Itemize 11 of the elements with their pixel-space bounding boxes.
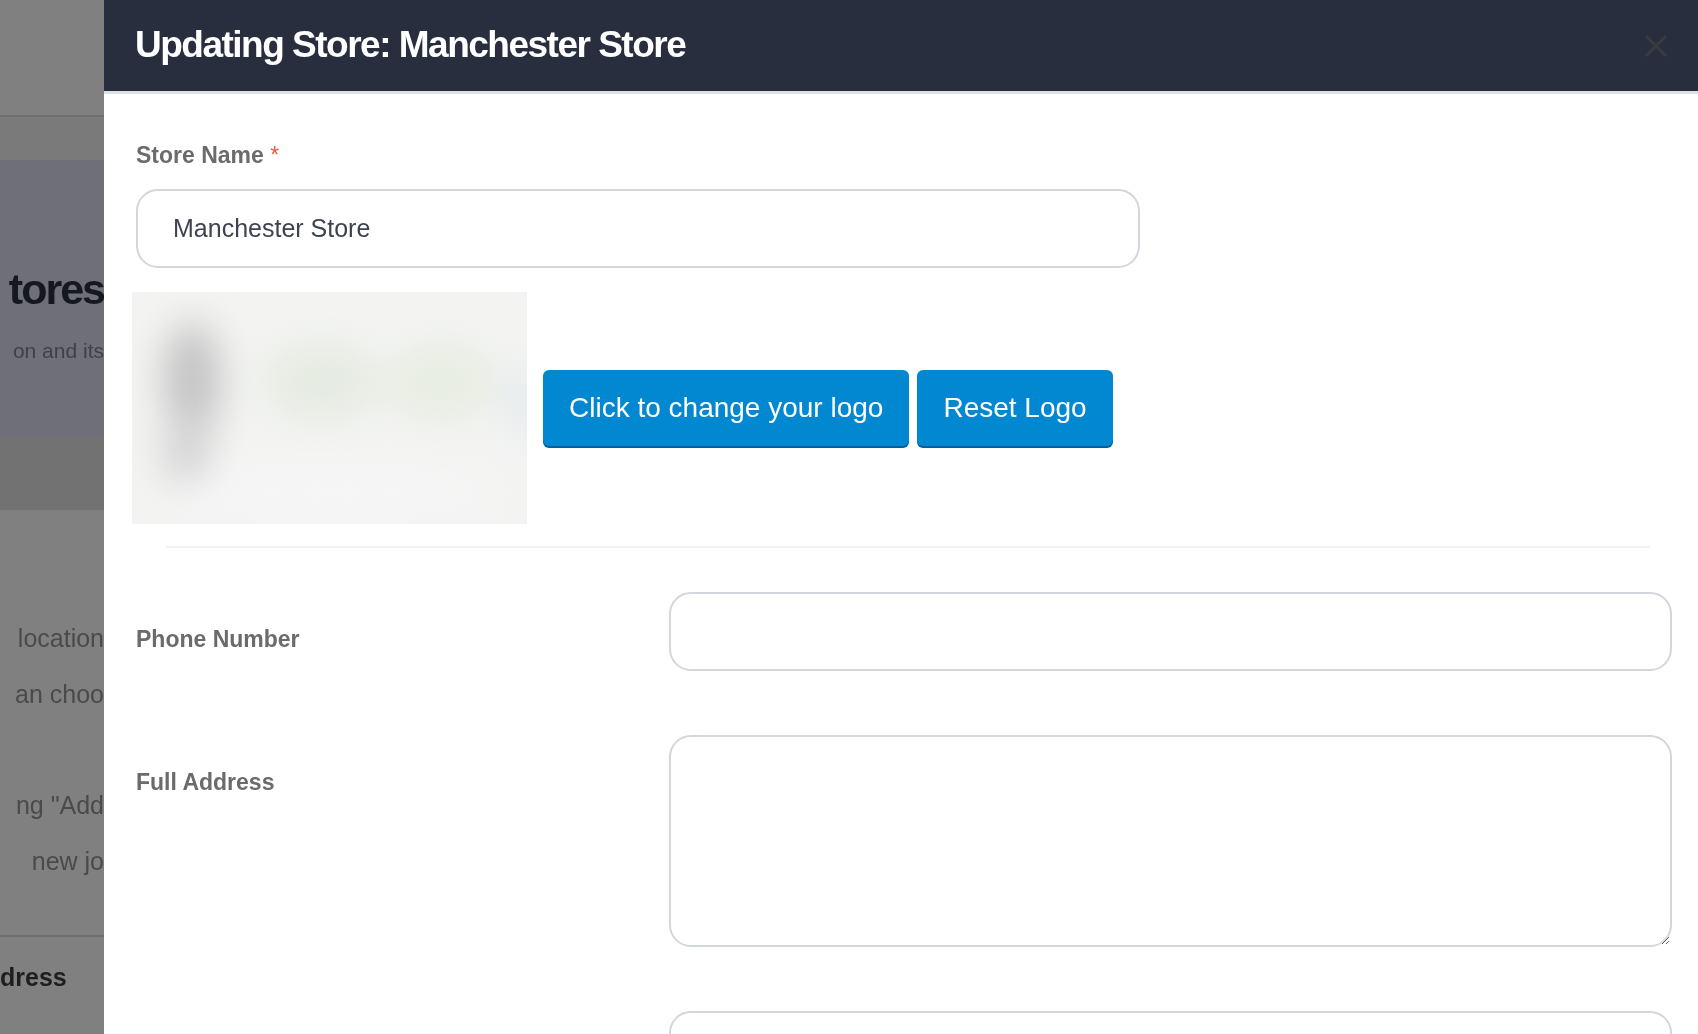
field-label: Phone Number bbox=[136, 625, 300, 652]
page-heading: tores bbox=[8, 268, 104, 311]
field-label: Full Address bbox=[136, 768, 275, 795]
reset-logo-button[interactable]: Reset Logo bbox=[917, 369, 1113, 446]
field-label: Store Name * bbox=[136, 141, 281, 170]
column-header: dress bbox=[0, 962, 67, 993]
input-field[interactable]: Manchester Store bbox=[136, 188, 1140, 268]
text-area[interactable] bbox=[669, 734, 1672, 947]
input-field[interactable] bbox=[669, 591, 1672, 671]
change-logo-button[interactable]: Click to change your logo bbox=[543, 369, 910, 446]
modal-title: Updating Store: Manchester Store bbox=[135, 23, 686, 68]
